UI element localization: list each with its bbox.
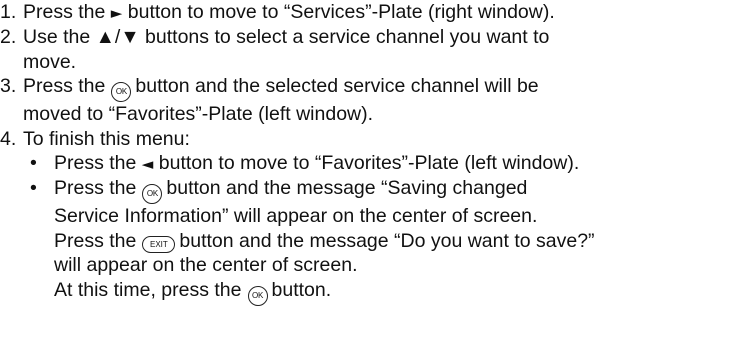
left-triangle-icon: ◄ xyxy=(141,155,154,174)
step-number: 3. xyxy=(0,75,17,98)
step-text-line2: move. xyxy=(23,50,77,73)
bullet-text-l1-before: Press the xyxy=(54,177,137,200)
bullet-text-l3-before: Press the xyxy=(54,229,137,252)
step-text-line2: moved to “Favorites”-Plate (left window)… xyxy=(23,103,374,126)
exit-button-icon: EXIT xyxy=(142,235,176,253)
bullet-text-l3-after: button and the message “Do you want to s… xyxy=(179,229,595,252)
step-text-line1: Use the ▲/▼ buttons to select a service … xyxy=(23,26,550,49)
ok-button-icon: OK xyxy=(247,285,268,306)
bullet-text-l5-after: button. xyxy=(271,278,332,301)
step-number: 2. xyxy=(0,26,17,49)
bullet-text-l4: will appear on the center of screen. xyxy=(54,254,358,277)
step-text-before: Press the xyxy=(23,1,106,23)
step-text: To finish this menu: xyxy=(23,127,190,150)
step-text-after: button to move to “Services”-Plate (righ… xyxy=(127,1,555,23)
bullet-list: • Press the ◄ button to move to “Favorit… xyxy=(23,151,755,306)
bullet-text-before: Press the xyxy=(54,152,137,175)
right-triangle-icon: ► xyxy=(110,4,123,22)
step-text-after: button and the selected service channel … xyxy=(135,75,539,98)
step-number: 1. xyxy=(0,1,17,23)
bullet-item-2: • Press the OK button and the message “Sav… xyxy=(30,176,755,306)
instruction-document: 1. Press the ► button to move to “Servic… xyxy=(0,0,755,306)
ok-button-icon: OK xyxy=(111,82,132,103)
bullet-item-1: • Press the ◄ button to move to “Favorit… xyxy=(30,151,755,176)
step-4: 4. To finish this menu: • Press the ◄ bu… xyxy=(0,127,755,306)
ok-button-icon: OK xyxy=(142,184,163,205)
step-number: 4. xyxy=(0,127,17,150)
step-1: 1. Press the ► button to move to “Servic… xyxy=(0,0,755,25)
step-text-before: Press the xyxy=(23,75,106,98)
bullet-dot: • xyxy=(30,177,37,200)
step-2: 2. Use the ▲/▼ buttons to select a servi… xyxy=(0,25,755,74)
bullet-text-l1-after: button and the message “Saving changed xyxy=(166,177,528,200)
bullet-text-l5-before: At this time, press the xyxy=(54,278,242,301)
bullet-text-l2: Service Information” will appear on the … xyxy=(54,205,538,228)
step-3: 3. Press the OK button and the selected se… xyxy=(0,74,755,126)
bullet-dot: • xyxy=(30,152,37,175)
bullet-text-after: button to move to “Favorites”-Plate (lef… xyxy=(158,152,580,175)
